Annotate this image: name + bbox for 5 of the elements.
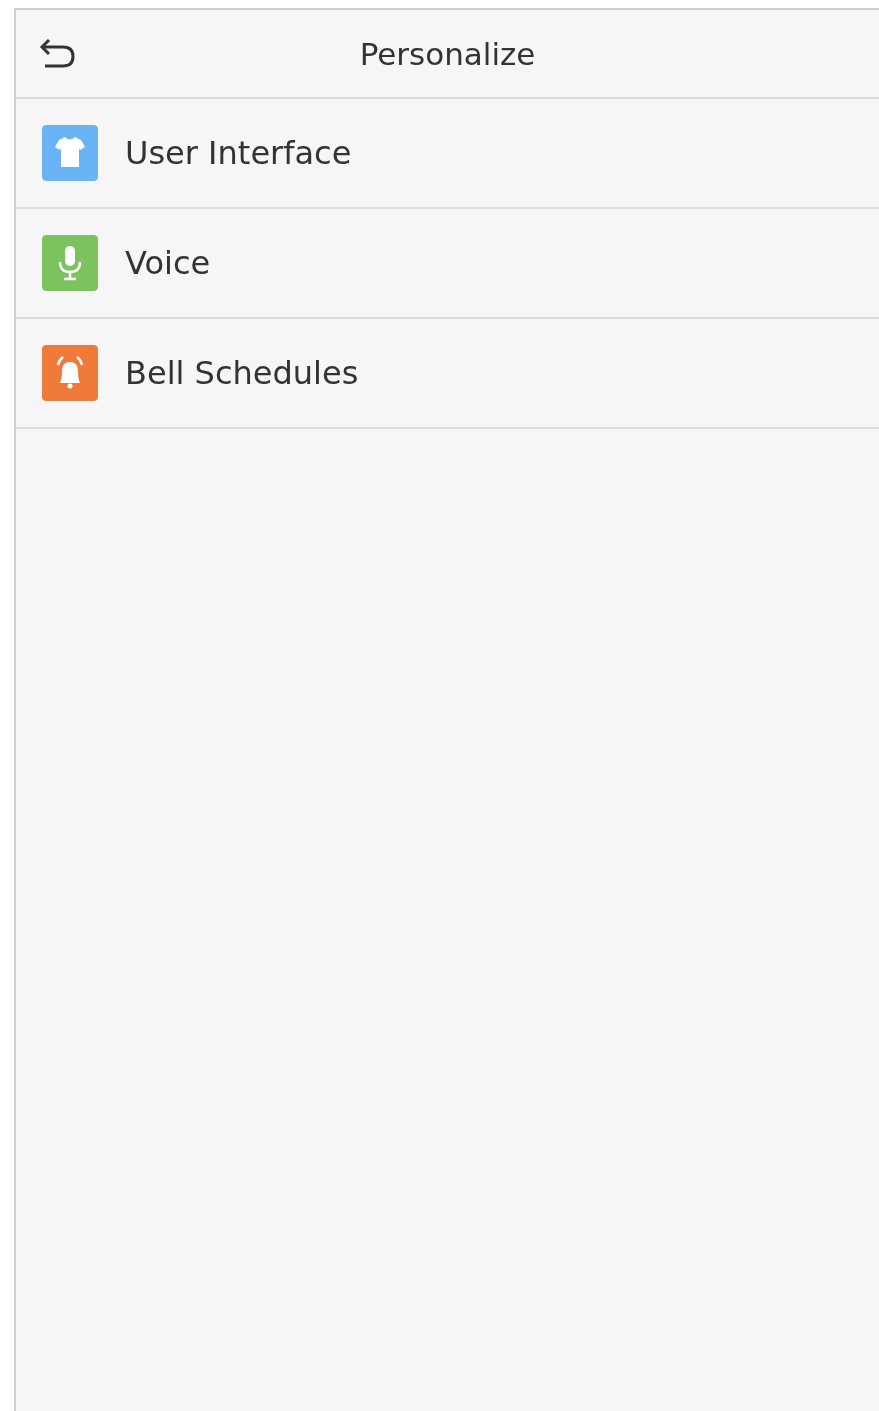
page-title: Personalize: [359, 35, 536, 72]
menu-item[interactable]: Voice: [16, 209, 879, 319]
back-icon[interactable]: [38, 37, 76, 70]
menu-item[interactable]: User Interface: [16, 99, 879, 209]
menu-item[interactable]: Bell Schedules: [16, 319, 879, 429]
